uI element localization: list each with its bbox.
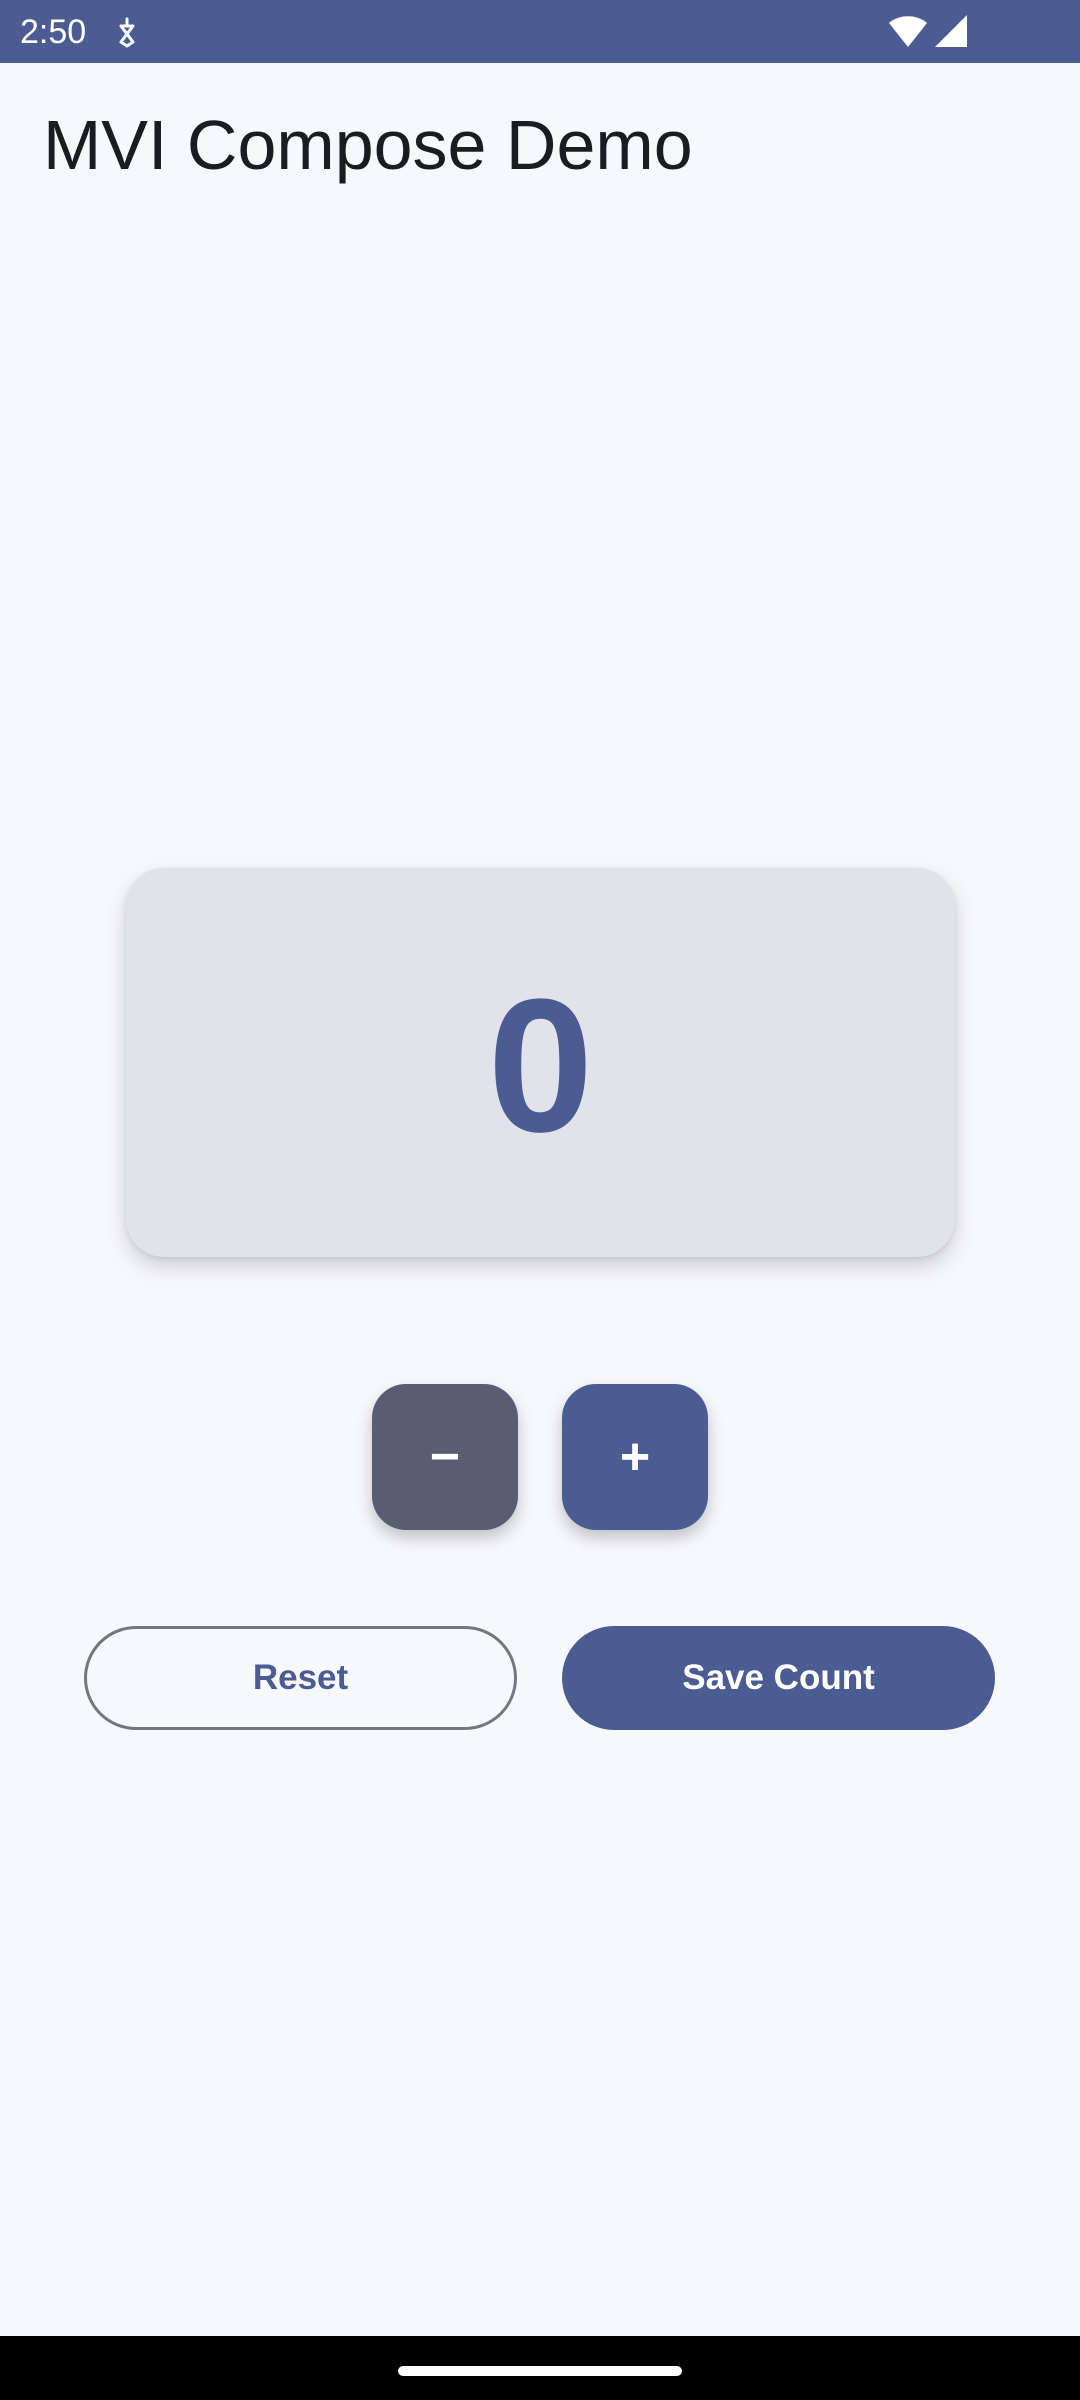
reset-button[interactable]: Reset (84, 1626, 517, 1730)
increment-button[interactable]: + (562, 1384, 708, 1530)
decrement-button[interactable]: − (372, 1384, 518, 1530)
save-count-label: Save Count (682, 1658, 875, 1697)
notification-icon (119, 17, 135, 48)
home-gesture-handle[interactable] (398, 2366, 682, 2376)
reset-label: Reset (252, 1658, 349, 1697)
page-title: MVI Compose Demo (43, 106, 693, 184)
save-count-button[interactable]: Save Count (562, 1626, 995, 1730)
counter-card: 0 (126, 868, 955, 1257)
navigation-bar (0, 2336, 1080, 2400)
cell-signal-icon (935, 15, 967, 47)
status-time: 2:50 (20, 13, 87, 51)
screen: 2:50 MVI Compose Demo 0 − + Reset Save C… (0, 0, 1080, 2400)
decrement-label: − (429, 1428, 461, 1486)
wifi-icon (889, 16, 927, 47)
status-bar: 2:50 (0, 0, 1080, 63)
increment-label: + (619, 1428, 651, 1486)
counter-value: 0 (487, 959, 594, 1172)
